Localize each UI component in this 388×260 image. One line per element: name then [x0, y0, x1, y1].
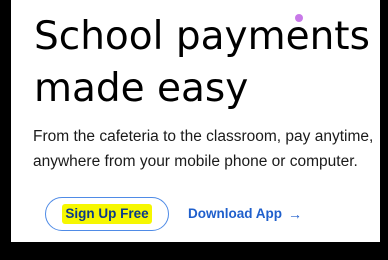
- hero-headline: School payments made easy: [34, 11, 370, 115]
- download-app-link[interactable]: Download App →: [188, 205, 302, 223]
- cursor-dot: [295, 14, 303, 22]
- headline-line-2: made easy: [34, 66, 249, 111]
- hero-panel: School payments made easy From the cafet…: [11, 0, 380, 242]
- headline-line-1: School payments: [34, 14, 370, 59]
- sign-up-free-label: Sign Up Free: [62, 204, 152, 224]
- hero-subtext: From the cafeteria to the classroom, pay…: [33, 128, 374, 170]
- sign-up-free-button[interactable]: Sign Up Free: [45, 197, 169, 231]
- arrow-right-icon: →: [288, 206, 302, 222]
- download-app-label: Download App: [188, 206, 282, 221]
